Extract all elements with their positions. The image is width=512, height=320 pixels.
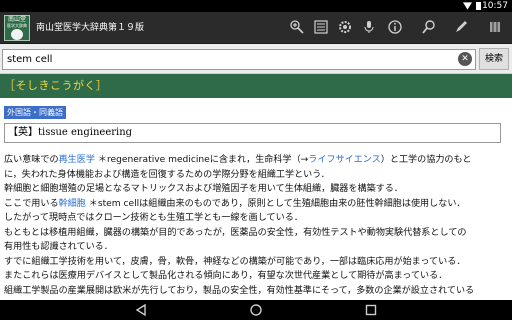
entry-line: すでに組織工学技術を用いて，皮膚，骨，軟骨，神経などの構築が可能であり，一部は臨…	[4, 255, 508, 270]
cross-reference-link[interactable]: 再生医学	[59, 155, 95, 165]
entry-line: ここで用いる幹細胞 ＊stem cellは組織由来のものであり，原則として生殖細…	[4, 197, 508, 212]
synonym-badge: 外国語・同義語	[4, 106, 66, 119]
entry-line: 幹細胞と細胞増殖の足場となるマトリックスおよび増殖因子を用いて生体組織，臓器を構…	[4, 182, 508, 197]
entry-line: 組織工学製品の産業展開は欧米が先行しており，製品の安全性，有効性基準にそって，多…	[4, 284, 508, 299]
app-logo-line-2: 医学大辞典	[7, 23, 27, 28]
settings-icon[interactable]	[334, 16, 356, 38]
entry-text: したがって現時点ではクローン技術とも生殖工学とも一線を画している．	[4, 213, 303, 223]
entry-text: すでに組織工学技術を用いて，皮膚，骨，軟骨，神経などの構築が可能であり，一部は臨…	[4, 256, 466, 267]
entry-line: に，失われた身体機能および構造を回復するための学際分野を組織工学という．	[4, 168, 508, 183]
entry-text: 組織工学製品の産業展開は欧米が先行しており，製品の安全性，有効性基準にそって，多…	[4, 285, 475, 296]
app-logo-mark	[11, 29, 23, 40]
app-logo[interactable]: 南山堂 医学大辞典	[4, 15, 30, 41]
wifi-icon	[463, 2, 472, 10]
info-icon[interactable]	[384, 16, 406, 38]
clock: 10:57	[482, 1, 508, 11]
entry-text: ＊regenerative medicineに含まれ，生命科学（→	[94, 155, 309, 165]
mic-icon[interactable]	[358, 16, 380, 38]
entry-line: 有用性も認識されている．	[4, 240, 508, 255]
cross-reference-link[interactable]: 幹細胞	[59, 199, 86, 209]
app-logo-line-1: 南山堂	[7, 16, 26, 23]
entry-text: ここで用いる	[4, 198, 59, 209]
entry-text: またこれらは医療用デバイスとして製品化される傾向にあり，有望な次世代産業として期…	[4, 271, 448, 281]
entry-content: 外国語・同義語 【英】tissue engineering 広い意味での再生医学…	[0, 98, 512, 300]
navigation-bar	[0, 300, 512, 320]
search-icon[interactable]	[418, 16, 440, 38]
entry-text: 有用性も認識されている．	[4, 242, 113, 252]
search-button[interactable]: 検索	[479, 48, 509, 70]
entry-text: 幹細胞と細胞増殖の足場となるマトリックスおよび増殖因子を用いて生体組織，臓器を構…	[4, 184, 403, 194]
home-icon[interactable]	[249, 303, 263, 317]
entry-text: ）と工学の協力のもと	[380, 155, 472, 165]
entry-text: 広い意味での	[4, 155, 59, 165]
back-icon[interactable]	[134, 303, 148, 317]
entry-headword: ［そしきこうがく］	[0, 74, 512, 98]
entry-body: 広い意味での再生医学 ＊regenerative medicineに含まれ，生命…	[4, 153, 508, 298]
entry-line: もともとは移植用組織，臓器の構築が目的であったが，医薬品の安全性，有効性テストや…	[4, 226, 508, 241]
zoom-plus-icon[interactable]	[286, 16, 308, 38]
clear-icon[interactable]: ✕	[458, 52, 472, 66]
search-bar: ✕ 検索	[0, 44, 512, 74]
status-bar: 10:57	[0, 0, 512, 12]
app-toolbar: 南山堂 医学大辞典 南山堂医学大辞典第１９版	[0, 12, 512, 44]
entry-text: に，失われた身体機能および構造を回復するための学際分野を組織工学という．	[4, 169, 330, 180]
translation-box: 【英】tissue engineering	[4, 123, 501, 143]
entry-line: したがって現時点ではクローン技術とも生殖工学とも一線を画している．	[4, 211, 508, 226]
app-title: 南山堂医学大辞典第１９版	[36, 23, 145, 33]
entry-line: 広い意味での再生医学 ＊regenerative medicineに含まれ，生命…	[4, 153, 508, 168]
battery-icon	[476, 2, 481, 10]
search-input[interactable]	[2, 49, 476, 70]
cross-reference-link[interactable]: ライフサイエンス	[308, 155, 380, 165]
pen-icon[interactable]	[450, 16, 472, 38]
entry-line: またこれらは医療用デバイスとして製品化される傾向にあり，有望な次世代産業として期…	[4, 269, 508, 284]
list-icon[interactable]	[310, 16, 332, 38]
entry-text: ＊stem cellは組織由来のものであり，原則として生殖細胞由来の胚性幹細胞は…	[85, 198, 466, 209]
recents-icon[interactable]	[364, 303, 378, 317]
entry-text: もともとは移植用組織，臓器の構築が目的であったが，医薬品の安全性，有効性テストや…	[4, 227, 467, 238]
grid-icon[interactable]	[484, 16, 506, 38]
